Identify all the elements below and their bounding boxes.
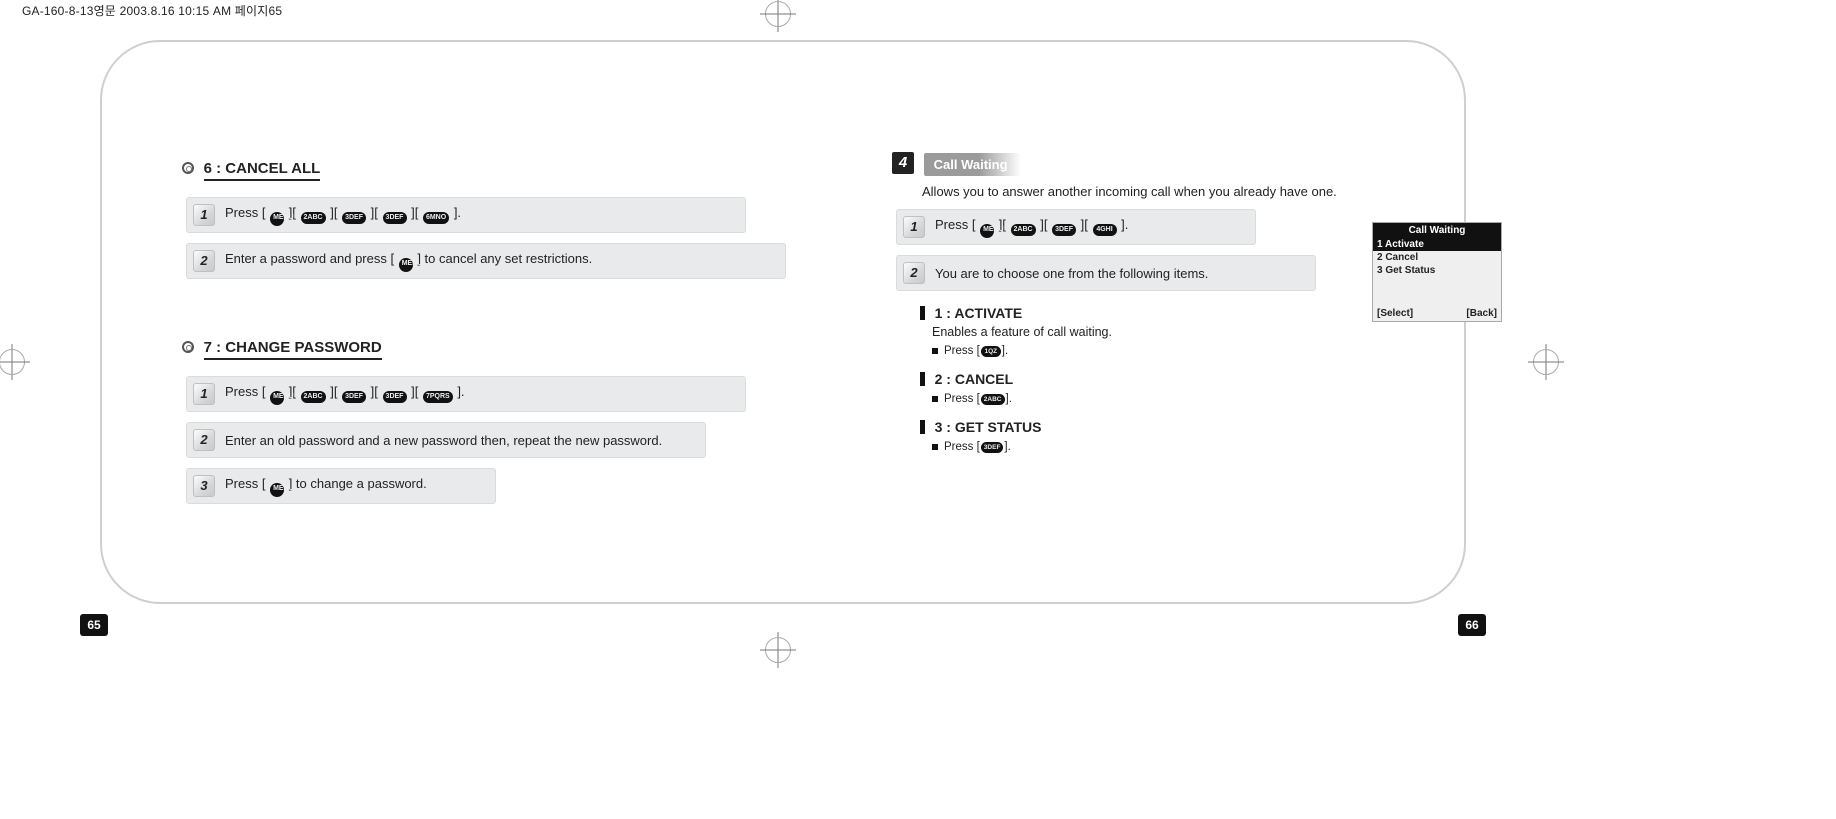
content-box: 6 : CANCEL ALL 1 Press [ MENU ][ 2ABC ][… [100, 40, 1466, 604]
section-6-step-1: 1 Press [ MENU ][ 2ABC ][ 3DEF ][ 3DEF ]… [186, 197, 746, 233]
section-6-header: 6 : CANCEL ALL [182, 160, 822, 181]
key-3-icon: 3DEF [383, 212, 407, 224]
step-text: Press [ MENU ] to change a password. [225, 476, 427, 497]
menu-key-icon: MENU [270, 391, 284, 405]
step-number: 1 [903, 216, 925, 238]
left-column: 6 : CANCEL ALL 1 Press [ MENU ][ 2ABC ][… [182, 160, 822, 514]
key-3-icon: 3DEF [383, 391, 407, 403]
item-activate-desc: Enables a feature of call waiting. [932, 325, 1532, 339]
menu-key-icon: MENU [399, 258, 413, 272]
item-cancel-press: Press [ 2ABC ]. [932, 393, 1532, 405]
key-2-icon: 2ABC [1011, 224, 1036, 236]
call-waiting-header: 4 Call Waiting [892, 152, 1532, 176]
step-number: 2 [903, 262, 925, 284]
section-6-title: 6 : CANCEL ALL [204, 160, 321, 181]
tick-icon [920, 306, 925, 320]
key-4-icon: 4GHI [1093, 224, 1117, 236]
call-waiting-step-1: 1 Press [ MENU ][ 2ABC ][ 3DEF ][ 4GHI ]… [896, 209, 1256, 245]
phone-footer: [Select] [Back] [1373, 308, 1501, 319]
item-get-status-press: Press [ 3DEF ]. [932, 441, 1532, 453]
phone-row-cancel: 2 Cancel [1373, 251, 1501, 264]
menu-key-icon: MENU [270, 483, 284, 497]
tick-icon [920, 372, 925, 386]
crop-mark-right [1528, 344, 1564, 380]
section-7-title: 7 : CHANGE PASSWORD [204, 339, 382, 360]
square-bullet-icon [932, 444, 938, 450]
section-7-step-1: 1 Press [ MENU ][ 2ABC ][ 3DEF ][ 3DEF ]… [186, 376, 746, 412]
item-activate-press: Press [ 1QZ ]. [932, 345, 1532, 357]
menu-key-icon: MENU [980, 224, 994, 238]
phone-row-getstatus: 3 Get Status [1373, 264, 1501, 277]
section-index: 4 [892, 152, 914, 174]
page-number-right: 66 [1458, 614, 1486, 636]
key-2-icon: 2ABC [981, 394, 1005, 405]
step-number: 1 [193, 204, 215, 226]
step-text: You are to choose one from the following… [935, 266, 1208, 281]
phone-footer-back: [Back] [1466, 308, 1497, 319]
key-3-icon: 3DEF [342, 391, 366, 403]
page-number-left: 65 [80, 614, 108, 636]
print-header: GA-160-8-13영문 2003.8.16 10:15 AM 페이지65 [22, 2, 282, 19]
step-number: 2 [193, 429, 215, 451]
key-3-icon: 3DEF [342, 212, 366, 224]
key-3-icon: 3DEF [981, 442, 1004, 453]
tick-icon [920, 420, 925, 434]
call-waiting-step-2: 2 You are to choose one from the followi… [896, 255, 1316, 291]
section-6-step-2: 2 Enter a password and press [ MENU ] to… [186, 243, 786, 279]
square-bullet-icon [932, 348, 938, 354]
item-get-status: 3 : GET STATUS [920, 419, 1532, 435]
key-3-icon: 3DEF [1052, 224, 1076, 236]
step-number: 3 [193, 475, 215, 497]
section-title: Call Waiting [924, 153, 1020, 176]
lead-text: Allows you to answer another incoming ca… [922, 184, 1532, 199]
phone-row-activate: 1 Activate [1373, 238, 1501, 251]
step-text: Press [ MENU ][ 2ABC ][ 3DEF ][ 4GHI ]. [935, 217, 1128, 238]
item-cancel: 2 : CANCEL [920, 371, 1532, 387]
menu-key-icon: MENU [270, 212, 284, 226]
item-cancel-title: 2 : CANCEL [935, 371, 1014, 387]
crop-mark-bottom [760, 632, 796, 668]
key-1-icon: 1QZ [981, 346, 1001, 357]
step-text: Enter a password and press [ MENU ] to c… [225, 251, 592, 272]
right-column: 4 Call Waiting Allows you to answer anot… [892, 152, 1532, 453]
bullet-icon [182, 162, 194, 174]
phone-footer-select: [Select] [1377, 308, 1413, 319]
phone-screen-mock: Call Waiting 1 Activate 2 Cancel 3 Get S… [1372, 222, 1502, 322]
item-get-status-title: 3 : GET STATUS [935, 419, 1042, 435]
step-number: 2 [193, 250, 215, 272]
bullet-icon [182, 341, 194, 353]
section-7-header: 7 : CHANGE PASSWORD [182, 339, 822, 360]
step-text: Press [ MENU ][ 2ABC ][ 3DEF ][ 3DEF ][ … [225, 384, 465, 405]
step-text: Press [ MENU ][ 2ABC ][ 3DEF ][ 3DEF ][ … [225, 205, 461, 226]
key-2-icon: 2ABC [301, 391, 326, 403]
section-7-step-3: 3 Press [ MENU ] to change a password. [186, 468, 496, 504]
phone-header: Call Waiting [1373, 223, 1501, 238]
key-6-icon: 6MNO [423, 212, 449, 224]
crop-mark-top [760, 0, 796, 32]
item-activate-title: 1 : ACTIVATE [935, 305, 1023, 321]
step-number: 1 [193, 383, 215, 405]
section-7-step-2: 2 Enter an old password and a new passwo… [186, 422, 706, 458]
crop-mark-left [0, 344, 30, 380]
key-7-icon: 7PQRS [423, 391, 453, 403]
square-bullet-icon [932, 396, 938, 402]
step-text: Enter an old password and a new password… [225, 433, 662, 448]
key-2-icon: 2ABC [301, 212, 326, 224]
